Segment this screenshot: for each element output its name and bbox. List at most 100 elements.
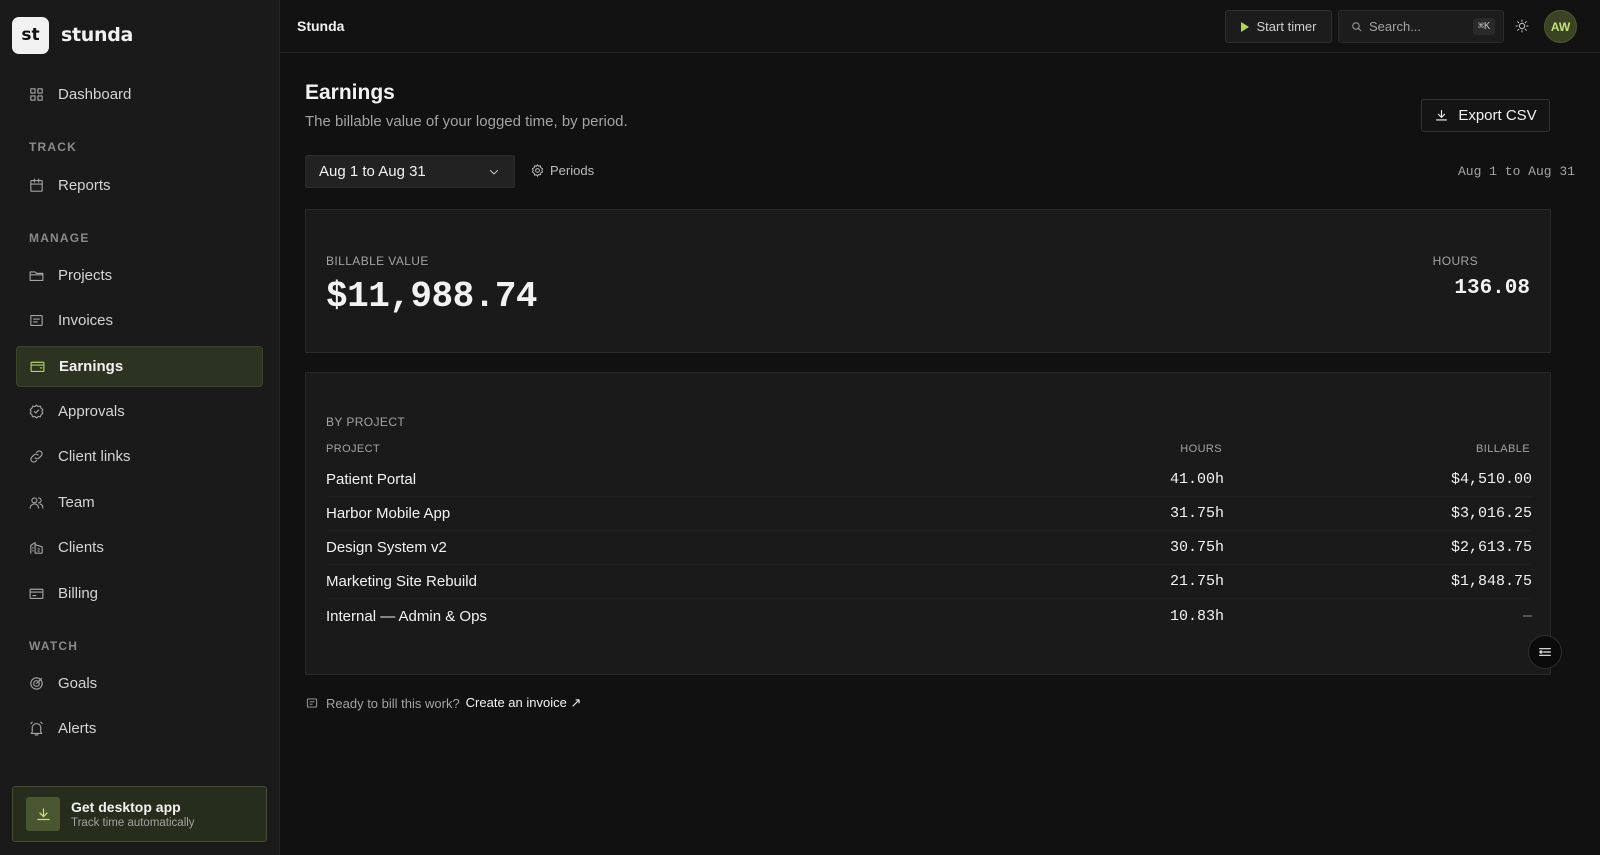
target-icon (30, 677, 43, 690)
sidebar-item-label: Reports (58, 177, 111, 194)
project-billable: $2,613.75 (1450, 539, 1532, 556)
desktop-card-title: Get desktop app (71, 799, 181, 815)
bill-note-text: Ready to bill this work? (326, 695, 460, 711)
desktop-card-subtitle: Track time automatically (71, 817, 195, 829)
list-icon (1539, 648, 1551, 656)
sun-icon (1515, 19, 1529, 33)
sidebar-item-label: Projects (58, 267, 113, 284)
feedback-button[interactable] (1528, 635, 1562, 669)
project-rows: Patient Portal 41.00h $4,510.00 Harbor M… (326, 463, 1532, 633)
wallet-icon (30, 361, 45, 373)
table-row[interactable]: Patient Portal 41.00h $4,510.00 (326, 463, 1532, 497)
hours-value: 136.08 (1454, 277, 1530, 300)
sidebar-item-label: Earnings (59, 358, 124, 375)
sidebar-item-projects[interactable]: Projects (16, 255, 263, 296)
column-header-billable: BILLABLE (1476, 443, 1530, 455)
project-hours: 30.75h (1169, 539, 1224, 556)
invoice-icon (306, 698, 318, 708)
breadcrumb: Stunda (297, 18, 345, 34)
date-range-label: Aug 1 to Aug 31 (1457, 164, 1575, 179)
sidebar-item-label: Client links (58, 448, 131, 465)
by-project-label: BY PROJECT (326, 415, 406, 429)
calendar-icon (30, 178, 43, 192)
sidebar-item-label: Team (58, 494, 95, 511)
table-row[interactable]: Internal — Admin & Ops 10.83h — (326, 599, 1532, 633)
play-icon (1240, 21, 1249, 32)
chevron-down-icon (490, 170, 498, 175)
sidebar-item-approvals[interactable]: Approvals (16, 391, 263, 432)
credit-card-icon (29, 588, 44, 600)
brand[interactable]: st stunda (0, 0, 279, 70)
gear-icon (531, 164, 544, 177)
table-row[interactable]: Design System v2 30.75h $2,613.75 (326, 531, 1532, 565)
get-desktop-app-card[interactable]: Get desktop app Track time automatically (12, 786, 267, 842)
periods-settings-button[interactable]: Periods (530, 163, 594, 178)
project-hours: 21.75h (1169, 573, 1224, 590)
search-input[interactable] (1369, 19, 1469, 34)
sidebar-item-invoices[interactable]: Invoices (16, 300, 263, 341)
sidebar: st stunda Dashboard TRACK Reports MANAGE… (0, 0, 280, 855)
main-content: Stunda Start timer ⌘K AW Earnings The bi… (280, 0, 1600, 855)
start-timer-button[interactable]: Start timer (1225, 10, 1332, 43)
periods-label: Periods (550, 163, 595, 178)
link-icon (30, 450, 43, 463)
export-csv-button[interactable]: Export CSV (1421, 99, 1550, 132)
theme-toggle-button[interactable] (1512, 16, 1532, 36)
sidebar-item-reports[interactable]: Reports (16, 165, 263, 206)
start-timer-label: Start timer (1256, 19, 1317, 34)
section-label-track: TRACK (29, 140, 77, 154)
avatar[interactable]: AW (1544, 10, 1577, 43)
sidebar-item-goals[interactable]: Goals (16, 663, 263, 704)
badge-check-icon (29, 404, 44, 419)
create-invoice-link[interactable]: Create an invoice ↗ (466, 695, 582, 711)
project-hours: 41.00h (1169, 471, 1224, 488)
sidebar-item-clients[interactable]: Clients (16, 527, 263, 568)
billable-value-label: BILLABLE VALUE (326, 254, 429, 268)
sidebar-item-label: Dashboard (58, 86, 132, 103)
by-project-card: BY PROJECT PROJECT HOURS BILLABLE Patien… (305, 372, 1551, 675)
export-csv-label: Export CSV (1458, 107, 1537, 124)
sidebar-item-client-links[interactable]: Client links (16, 436, 263, 477)
project-billable: $3,016.25 (1450, 505, 1532, 522)
project-hours: 10.83h (1169, 607, 1224, 625)
summary-card: BILLABLE VALUE $11,988.74 HOURS 136.08 (305, 209, 1551, 353)
folder-icon (29, 271, 44, 282)
section-label-manage: MANAGE (29, 231, 90, 245)
hours-label: HOURS (1432, 254, 1478, 268)
sidebar-item-label: Alerts (58, 720, 97, 737)
table-row[interactable]: Marketing Site Rebuild 21.75h $1,848.75 (326, 565, 1532, 599)
brand-name: stunda (61, 24, 134, 46)
column-header-project: PROJECT (326, 443, 381, 455)
project-hours: 31.75h (1169, 505, 1224, 522)
alarm-icon (30, 721, 43, 736)
sidebar-item-billing[interactable]: Billing (16, 573, 263, 614)
page-title: Earnings (305, 81, 395, 104)
section-label-watch: WATCH (29, 639, 79, 653)
page-subtitle: The billable value of your logged time, … (305, 113, 628, 130)
project-billable: $1,848.75 (1450, 573, 1532, 590)
project-name: Patient Portal (326, 471, 417, 488)
sidebar-item-label: Invoices (58, 312, 114, 329)
bill-note: Ready to bill this work? Create an invoi… (305, 695, 581, 711)
search-box[interactable]: ⌘K (1338, 10, 1504, 43)
project-name: Marketing Site Rebuild (326, 573, 477, 590)
users-icon (29, 497, 44, 509)
sidebar-item-alerts[interactable]: Alerts (16, 708, 263, 749)
period-select[interactable]: Aug 1 to Aug 31 (305, 155, 515, 188)
sidebar-item-label: Approvals (58, 403, 125, 420)
download-icon (1436, 109, 1448, 121)
project-name: Internal — Admin & Ops (326, 607, 487, 625)
sidebar-item-team[interactable]: Team (16, 482, 263, 523)
project-billable: $4,510.00 (1450, 471, 1532, 488)
sidebar-item-earnings[interactable]: Earnings (16, 346, 263, 387)
sidebar-item-label: Billing (58, 585, 99, 602)
sidebar-item-dashboard[interactable]: Dashboard (16, 74, 263, 115)
table-row[interactable]: Harbor Mobile App 31.75h $3,016.25 (326, 497, 1532, 531)
topbar: Stunda Start timer ⌘K AW (280, 0, 1600, 53)
sidebar-item-label: Goals (58, 675, 98, 692)
period-select-value: Aug 1 to Aug 31 (319, 163, 426, 180)
column-header-hours: HOURS (1180, 443, 1222, 455)
billable-value: $11,988.74 (326, 276, 538, 317)
search-icon (1352, 22, 1362, 32)
building-icon (30, 541, 43, 554)
